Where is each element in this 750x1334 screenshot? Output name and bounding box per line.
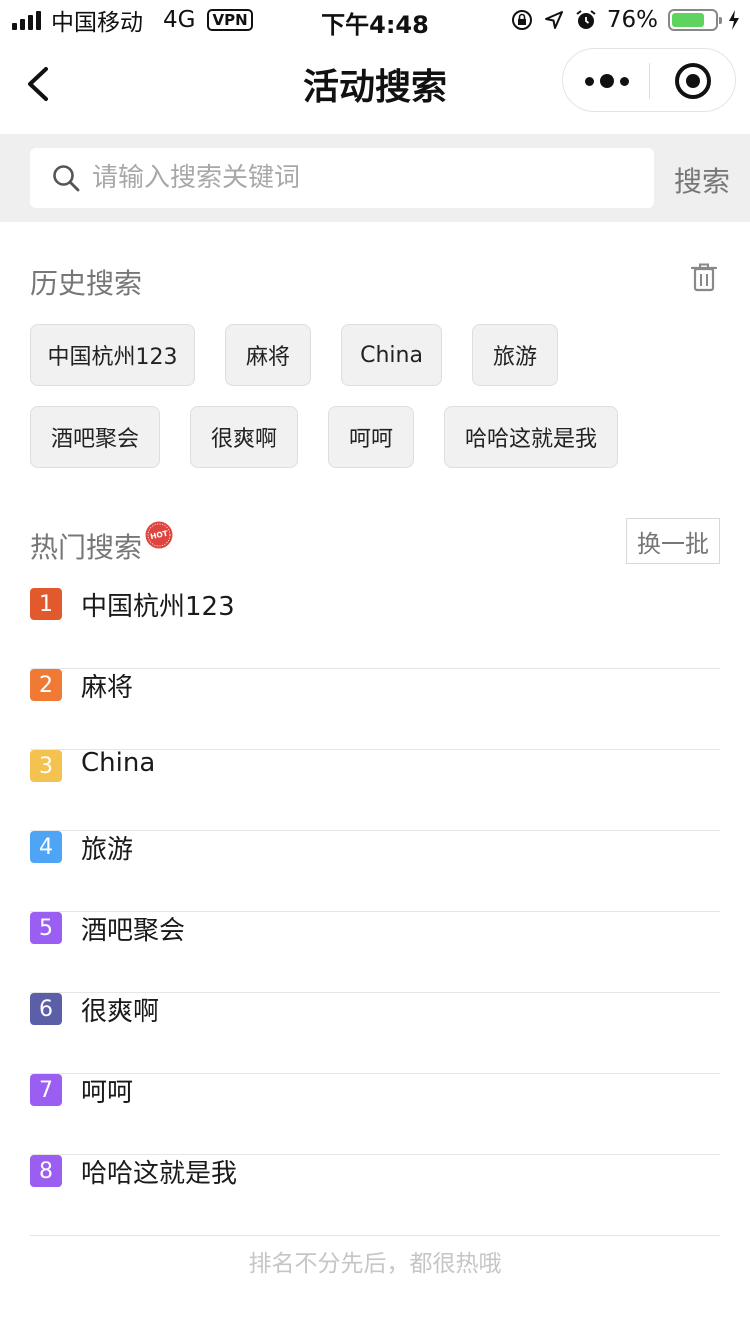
rank-badge: 2 xyxy=(30,669,62,701)
close-target-icon[interactable] xyxy=(675,63,711,99)
history-tag[interactable]: 哈哈这就是我 xyxy=(444,406,618,468)
rotation-lock-icon xyxy=(511,10,532,30)
rank-badge: 7 xyxy=(30,1074,62,1106)
history-tag[interactable]: 很爽啊 xyxy=(190,406,298,468)
rank-badge: 5 xyxy=(30,912,62,944)
history-tag[interactable]: 麻将 xyxy=(225,324,311,386)
history-tag[interactable]: 酒吧聚会 xyxy=(30,406,160,468)
hot-item-text: 麻将 xyxy=(81,673,134,703)
search-input[interactable] xyxy=(92,148,642,208)
search-button[interactable]: 搜索 xyxy=(674,160,730,200)
hot-item-text: 很爽啊 xyxy=(81,997,160,1027)
hot-title: 热门搜索 xyxy=(30,531,143,564)
capsule-divider xyxy=(649,63,650,99)
history-title: 历史搜索 xyxy=(30,267,143,300)
hot-list-item[interactable]: 2 麻将 xyxy=(30,669,720,750)
hot-list-item[interactable]: 5 酒吧聚会 xyxy=(30,912,720,993)
history-tag[interactable]: 旅游 xyxy=(472,324,558,386)
more-icon[interactable] xyxy=(585,67,629,95)
hot-list-item[interactable]: 1 中国杭州123 xyxy=(30,588,720,669)
hot-list-item[interactable]: 3 China xyxy=(30,748,720,831)
trash-icon[interactable] xyxy=(690,262,718,292)
search-bar-area: 搜索 xyxy=(0,134,750,222)
battery-icon xyxy=(668,9,722,31)
status-right: 76% xyxy=(511,6,740,34)
rank-badge: 6 xyxy=(30,993,62,1025)
hot-item-text: 中国杭州123 xyxy=(81,592,235,622)
hot-badge-icon: HOT xyxy=(145,521,173,549)
history-tag[interactable]: 中国杭州123 xyxy=(30,324,195,386)
search-icon xyxy=(53,165,80,192)
ranking-footnote: 排名不分先后，都很热哦 xyxy=(248,1251,502,1277)
hot-list-item[interactable]: 8 哈哈这就是我 xyxy=(30,1155,720,1236)
navigation-bar: 活动搜索 xyxy=(0,40,750,134)
charging-icon xyxy=(729,10,739,30)
status-bar: 中国移动 4G VPN 下午4:48 76% xyxy=(0,0,750,40)
location-icon xyxy=(544,11,563,29)
rank-badge: 4 xyxy=(30,831,62,863)
hot-item-text: 酒吧聚会 xyxy=(81,916,186,946)
hot-list-item[interactable]: 7 呵呵 xyxy=(30,1074,720,1155)
hot-list-item[interactable]: 4 旅游 xyxy=(30,831,720,912)
alarm-icon xyxy=(576,10,596,29)
hot-item-text: 呵呵 xyxy=(81,1078,134,1108)
battery-fill xyxy=(672,13,704,27)
hot-item-text: 哈哈这就是我 xyxy=(81,1159,238,1189)
hot-list-item[interactable]: 6 很爽啊 xyxy=(30,993,720,1074)
battery-percent: 76% xyxy=(606,7,658,33)
history-tag[interactable]: China xyxy=(341,324,442,386)
mini-program-capsule xyxy=(562,48,736,112)
refresh-batch-button[interactable]: 换一批 xyxy=(626,518,720,564)
rank-badge: 8 xyxy=(30,1155,62,1187)
rank-badge: 3 xyxy=(30,750,62,782)
history-tag[interactable]: 呵呵 xyxy=(328,406,414,468)
rank-badge: 1 xyxy=(30,588,62,620)
hot-item-text: China xyxy=(81,748,156,778)
search-box[interactable] xyxy=(30,148,654,208)
hot-item-text: 旅游 xyxy=(81,835,134,865)
